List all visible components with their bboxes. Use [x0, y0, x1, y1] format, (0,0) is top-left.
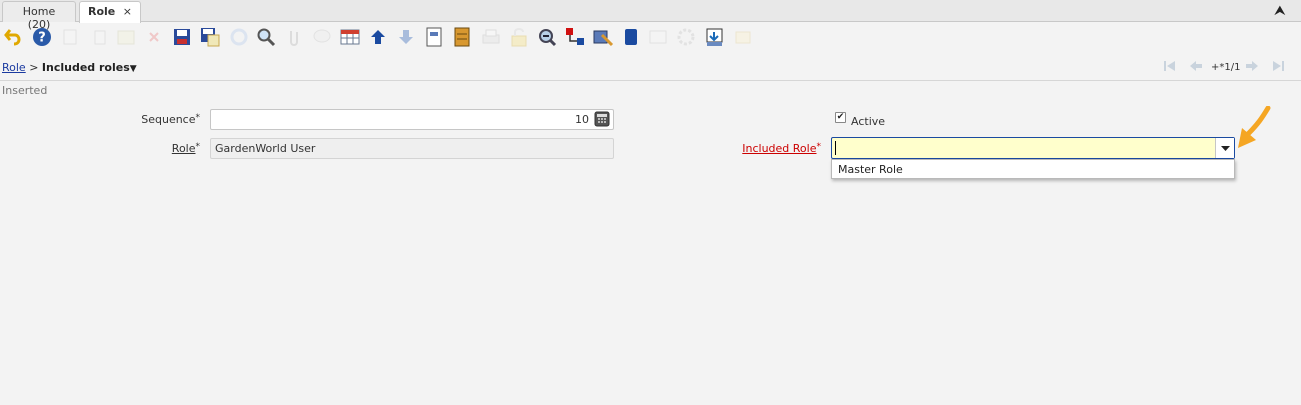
role-value: GardenWorld User	[215, 142, 316, 155]
required-mark: *	[195, 142, 201, 152]
required-mark: *	[195, 113, 201, 123]
postit-icon[interactable]	[732, 26, 754, 48]
zoom-across-icon[interactable]	[536, 26, 558, 48]
lock-icon[interactable]	[508, 26, 530, 48]
sequence-label-text: Sequence	[141, 113, 196, 126]
tab-home[interactable]: Home (20)	[2, 1, 76, 31]
svg-text:?: ?	[38, 31, 46, 46]
print-icon[interactable]	[480, 26, 502, 48]
text-cursor	[835, 141, 836, 155]
required-mark: *	[816, 142, 822, 152]
toolbar: ?	[0, 23, 1301, 53]
tab-role[interactable]: Role ×	[79, 1, 141, 23]
chat-icon[interactable]	[311, 26, 333, 48]
chevron-down-icon[interactable]: ▼	[130, 64, 137, 74]
breadcrumb: Role > Included roles▼	[2, 61, 137, 74]
find-icon[interactable]	[255, 26, 277, 48]
breadcrumb-current: Included roles	[41, 61, 130, 74]
breadcrumb-row: Role > Included roles▼ +*1/1	[0, 56, 1301, 81]
delete-icon[interactable]	[115, 26, 137, 48]
report-icon[interactable]	[423, 26, 445, 48]
help-icon[interactable]: ?	[31, 26, 53, 48]
sequence-label: Sequence*	[100, 113, 200, 126]
customize-icon[interactable]	[704, 26, 726, 48]
calculator-icon[interactable]	[594, 111, 610, 127]
breadcrumb-separator: >	[29, 61, 39, 74]
included-role-combobox[interactable]	[831, 137, 1235, 159]
export-icon[interactable]	[647, 26, 669, 48]
close-icon[interactable]: ×	[123, 5, 132, 18]
role-label-link[interactable]: Role	[172, 142, 196, 155]
included-role-label-link[interactable]: Included Role	[742, 142, 816, 155]
sequence-value: 10	[575, 113, 589, 126]
last-record-icon[interactable]	[1269, 60, 1287, 76]
product-info-icon[interactable]	[620, 26, 642, 48]
active-label: Active	[851, 115, 886, 128]
next-page-icon[interactable]	[1243, 60, 1261, 76]
annotation-arrow-icon	[1236, 105, 1272, 155]
save-icon[interactable]	[171, 26, 193, 48]
role-field[interactable]: GardenWorld User	[210, 138, 614, 159]
check-icon: ✔	[836, 112, 845, 122]
first-record-icon[interactable]	[1161, 60, 1179, 76]
delete-disabled-icon[interactable]	[143, 26, 165, 48]
record-indicator: +*1/1	[1211, 62, 1241, 73]
dropdown-button[interactable]	[1215, 138, 1234, 158]
breadcrumb-link-role[interactable]: Role	[2, 61, 26, 74]
attachment-icon[interactable]	[283, 26, 305, 48]
chevron-down-icon	[1220, 145, 1230, 151]
record-navigation: +*1/1	[1161, 60, 1301, 76]
collapse-icon[interactable]: ⮝	[1275, 3, 1285, 18]
tab-role-label: Role	[88, 5, 116, 18]
active-workflows-icon[interactable]	[564, 26, 586, 48]
next-record-icon[interactable]	[395, 26, 417, 48]
run-process-icon[interactable]	[675, 26, 697, 48]
save-create-icon[interactable]	[199, 26, 221, 48]
requests-icon[interactable]	[592, 26, 614, 48]
dropdown-option[interactable]: Master Role	[838, 163, 903, 176]
included-role-dropdown: Master Role	[831, 159, 1235, 179]
role-label: Role*	[100, 142, 200, 155]
refresh-icon[interactable]	[228, 26, 250, 48]
sequence-field[interactable]: 10	[210, 109, 614, 130]
included-role-label: Included Role*	[700, 142, 821, 155]
status-message: Inserted	[2, 84, 48, 97]
previous-page-icon[interactable]	[1187, 60, 1205, 76]
undo-icon[interactable]	[3, 26, 25, 48]
active-checkbox[interactable]: ✔	[835, 112, 846, 123]
archive-icon[interactable]	[451, 26, 473, 48]
new-record-icon[interactable]	[59, 26, 81, 48]
previous-record-icon[interactable]	[367, 26, 389, 48]
grid-toggle-icon[interactable]	[339, 26, 361, 48]
copy-record-icon[interactable]	[88, 26, 110, 48]
tab-bar: Home (20) Role × ⮝	[0, 0, 1301, 31]
